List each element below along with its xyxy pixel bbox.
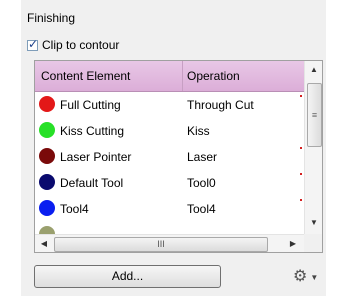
content-element-cell: Laser Pointer (60, 150, 132, 164)
add-button[interactable]: Add... (34, 265, 221, 288)
chevron-down-icon: ▼ (310, 272, 319, 282)
operation-cell[interactable]: Through Cut (187, 92, 254, 118)
color-indicator-icon (39, 174, 55, 190)
modified-marker-icon (300, 199, 302, 201)
operation-cell[interactable]: Laser (187, 144, 217, 170)
scroll-down-arrow-icon[interactable]: ▼ (305, 214, 322, 232)
horizontal-scrollbar[interactable]: ◀ III ▶ (35, 234, 304, 252)
operation-cell[interactable]: Tool4 (187, 196, 216, 222)
content-element-cell: Tool4 (60, 202, 89, 216)
vertical-scroll-thumb[interactable]: ≡ (307, 83, 322, 147)
color-indicator-icon (39, 200, 55, 216)
color-indicator-icon (39, 148, 55, 164)
content-element-cell: Default Tool (60, 176, 124, 190)
column-separator[interactable] (182, 61, 183, 91)
modified-marker-icon (300, 147, 302, 149)
scroll-left-arrow-icon[interactable]: ◀ (35, 235, 53, 252)
section-title: Finishing (27, 11, 76, 25)
column-header-operation[interactable]: Operation (187, 61, 240, 91)
settings-menu-button[interactable]: ⚙ ▼ (293, 266, 318, 288)
clip-to-contour-row[interactable]: ✓ Clip to contour (27, 37, 119, 53)
scroll-up-arrow-icon[interactable]: ▲ (305, 61, 322, 79)
modified-marker-icon (300, 95, 302, 97)
table-row[interactable]: Default Tool Tool0 (35, 170, 304, 196)
scroll-right-arrow-icon[interactable]: ▶ (284, 235, 302, 252)
grip-icon: ≡ (311, 110, 318, 120)
grid-header: Content Element Operation (35, 61, 304, 92)
operation-cell[interactable]: Tool0 (187, 170, 216, 196)
checkmark-icon: ✓ (28, 36, 39, 51)
scrollbar-corner (304, 234, 322, 252)
content-element-cell: Kiss Cutting (60, 124, 125, 138)
table-row-partial[interactable] (35, 222, 304, 234)
operation-cell[interactable]: Kiss (187, 118, 210, 144)
clip-to-contour-checkbox[interactable]: ✓ (27, 36, 39, 51)
horizontal-scroll-thumb[interactable]: III (54, 237, 268, 252)
color-indicator-icon (39, 226, 55, 234)
content-element-cell: Full Cutting (60, 98, 121, 112)
gear-icon: ⚙ (293, 268, 308, 285)
finishing-panel: Finishing ✓ Clip to contour Content Elem… (21, 0, 326, 296)
color-indicator-icon (39, 96, 55, 112)
table-row[interactable]: Full Cutting Through Cut (35, 92, 304, 118)
table-row[interactable]: Kiss Cutting Kiss (35, 118, 304, 144)
column-header-content-element[interactable]: Content Element (41, 61, 130, 91)
color-indicator-icon (39, 122, 55, 138)
content-element-grid: Content Element Operation Full Cutting Th… (34, 60, 323, 253)
table-row[interactable]: Tool4 Tool4 (35, 196, 304, 222)
table-row[interactable]: Laser Pointer Laser (35, 144, 304, 170)
vertical-scrollbar[interactable]: ▲ ≡ ▼ (304, 61, 322, 234)
clip-to-contour-label[interactable]: Clip to contour (42, 38, 119, 52)
modified-marker-icon (300, 173, 302, 175)
